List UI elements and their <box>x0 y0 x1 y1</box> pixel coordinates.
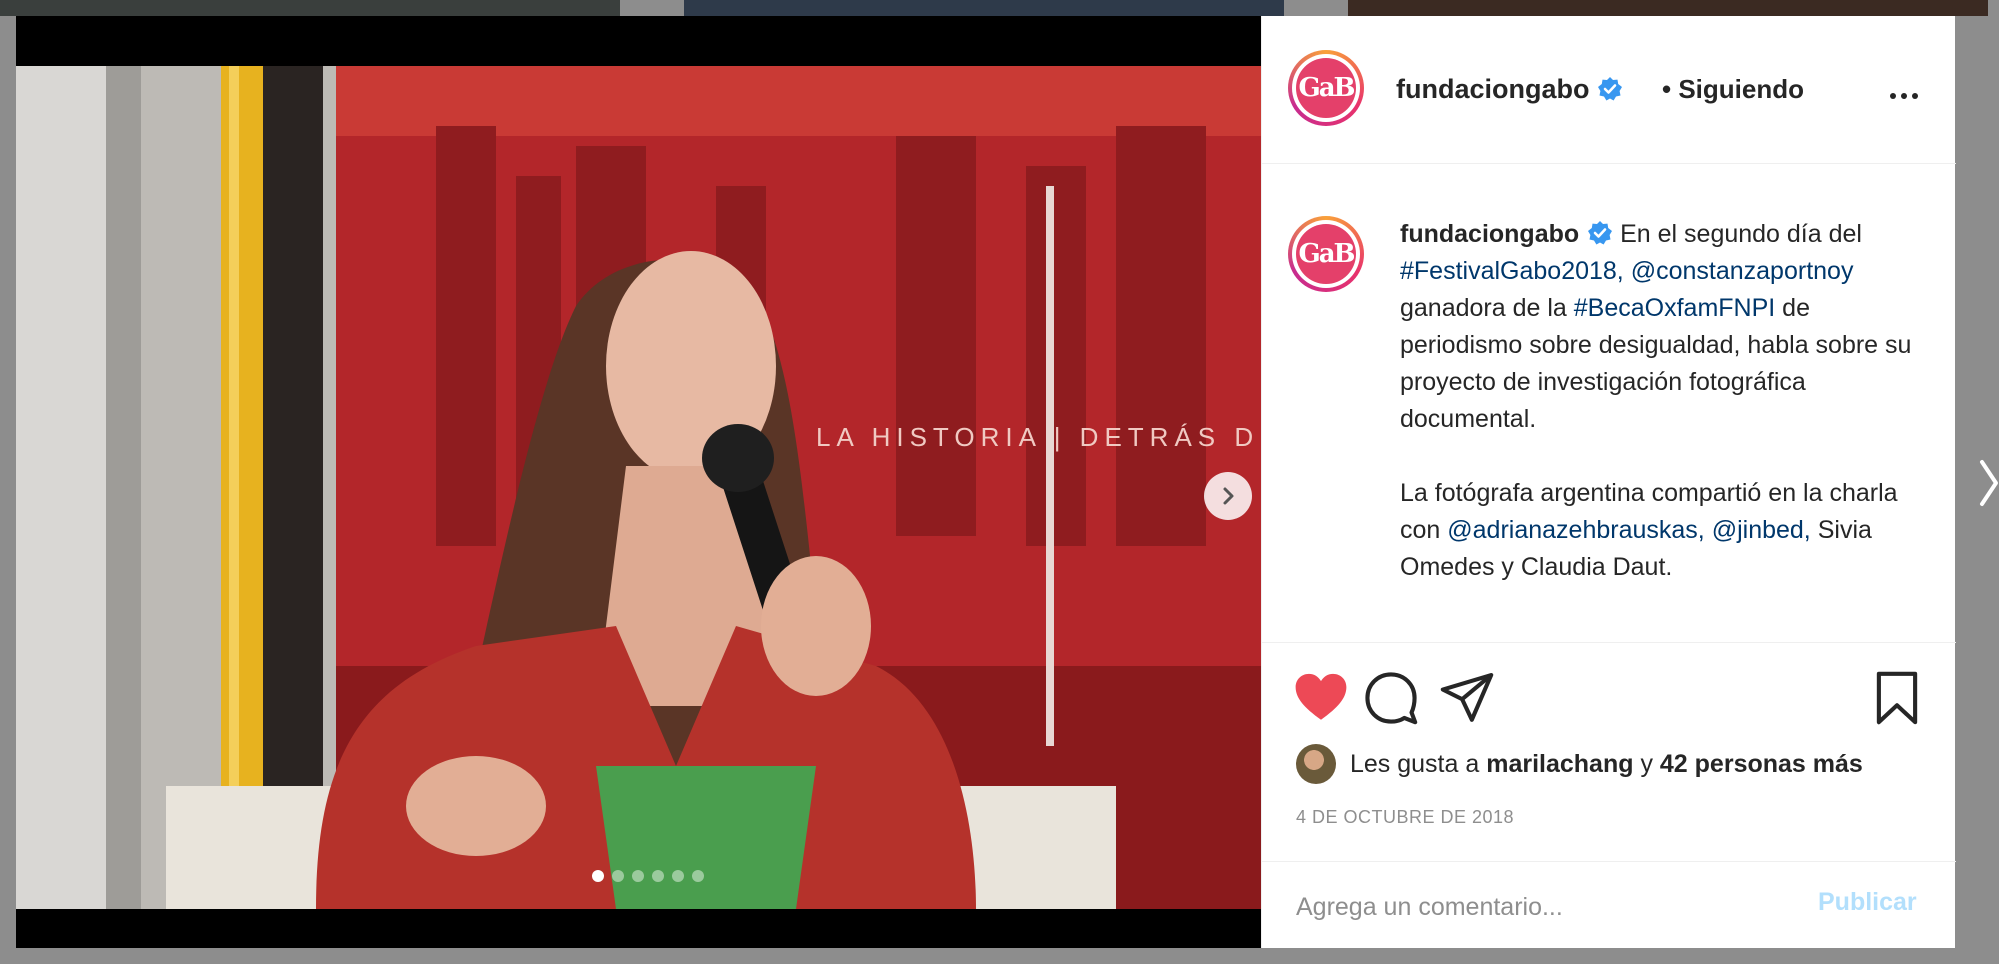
publish-comment-button[interactable]: Publicar <box>1818 888 1917 917</box>
caption-username[interactable]: fundaciongabo <box>1400 220 1579 248</box>
thumbnail[interactable] <box>0 0 620 16</box>
next-photo-button[interactable] <box>1204 472 1252 520</box>
caption-text: ganadora de la <box>1400 294 1567 322</box>
post-actions: Les gusta a marilachang y 42 personas má… <box>1262 642 1956 948</box>
heart-filled-icon[interactable] <box>1292 669 1350 727</box>
post-photo[interactable]: LA HISTORIA | DETRÁS DE <box>16 66 1261 909</box>
comment-input[interactable] <box>1294 884 1778 930</box>
avatar-logo: GaB <box>1296 58 1356 118</box>
hashtag-link[interactable]: #BecaOxfamFNPI <box>1574 294 1775 322</box>
chevron-right-icon[interactable] <box>1978 456 1999 510</box>
carousel-indicator <box>592 870 704 882</box>
avatar-logo: GaB <box>1296 224 1356 284</box>
mention-link[interactable]: @constanzaportnoy <box>1631 257 1854 285</box>
caption-text: En el segundo día del <box>1620 220 1862 248</box>
bookmark-icon[interactable] <box>1868 669 1926 727</box>
likes-joiner: y <box>1640 749 1653 778</box>
svg-text:LA HISTORIA | DETRÁS DE: LA HISTORIA | DETRÁS DE <box>816 422 1261 452</box>
verified-badge-icon <box>1588 221 1613 245</box>
verified-badge-icon <box>1598 77 1623 101</box>
post-header: GaB fundaciongabo • Siguiendo <box>1262 16 1956 164</box>
likes-prefix: Les gusta a <box>1350 749 1480 778</box>
following-status[interactable]: • Siguiendo <box>1662 74 1804 105</box>
carousel-dot <box>672 870 684 882</box>
caption-avatar[interactable]: GaB <box>1288 216 1364 292</box>
thumbnail[interactable] <box>1348 0 1988 16</box>
post-date[interactable]: 4 DE OCTUBRE DE 2018 <box>1296 807 1514 828</box>
profile-avatar[interactable]: GaB <box>1288 50 1364 126</box>
background-thumbnails <box>0 0 1999 16</box>
thumbnail[interactable] <box>684 0 1284 16</box>
carousel-dot <box>692 870 704 882</box>
carousel-dot <box>632 870 644 882</box>
hashtag-link[interactable]: #FestivalGabo2018, <box>1400 257 1624 285</box>
chevron-right-icon <box>1223 487 1234 505</box>
post-media: LA HISTORIA | DETRÁS DE <box>16 16 1261 948</box>
speech-bubble-icon[interactable] <box>1362 669 1420 727</box>
liker-username[interactable]: marilachang <box>1486 750 1633 779</box>
paper-plane-icon[interactable] <box>1438 669 1496 727</box>
header-username[interactable]: fundaciongabo <box>1396 74 1589 104</box>
carousel-dot <box>592 870 604 882</box>
likes-summary: Les gusta a marilachang y 42 personas má… <box>1296 743 1863 785</box>
photo-illustration: LA HISTORIA | DETRÁS DE <box>16 66 1261 909</box>
carousel-dot <box>652 870 664 882</box>
post-caption: fundaciongabo En el segundo día del #Fes… <box>1400 216 1920 586</box>
caption-area: GaB fundaciongabo En el segundo día del … <box>1262 164 1956 642</box>
others-likes-link[interactable]: 42 personas más <box>1660 750 1863 779</box>
mention-link[interactable]: @jinbed, <box>1712 516 1811 544</box>
comment-box: Publicar <box>1262 861 1956 949</box>
mention-link[interactable]: @adrianazehbrauskas, <box>1447 516 1704 544</box>
post-sidebar: GaB fundaciongabo • Siguiendo GaB fundac… <box>1261 16 1956 948</box>
more-options-icon[interactable] <box>1890 86 1930 106</box>
post-modal: LA HISTORIA | DETRÁS DE GaB fundaciongab… <box>16 16 1956 948</box>
carousel-dot <box>612 870 624 882</box>
liker-avatar[interactable] <box>1296 744 1336 784</box>
